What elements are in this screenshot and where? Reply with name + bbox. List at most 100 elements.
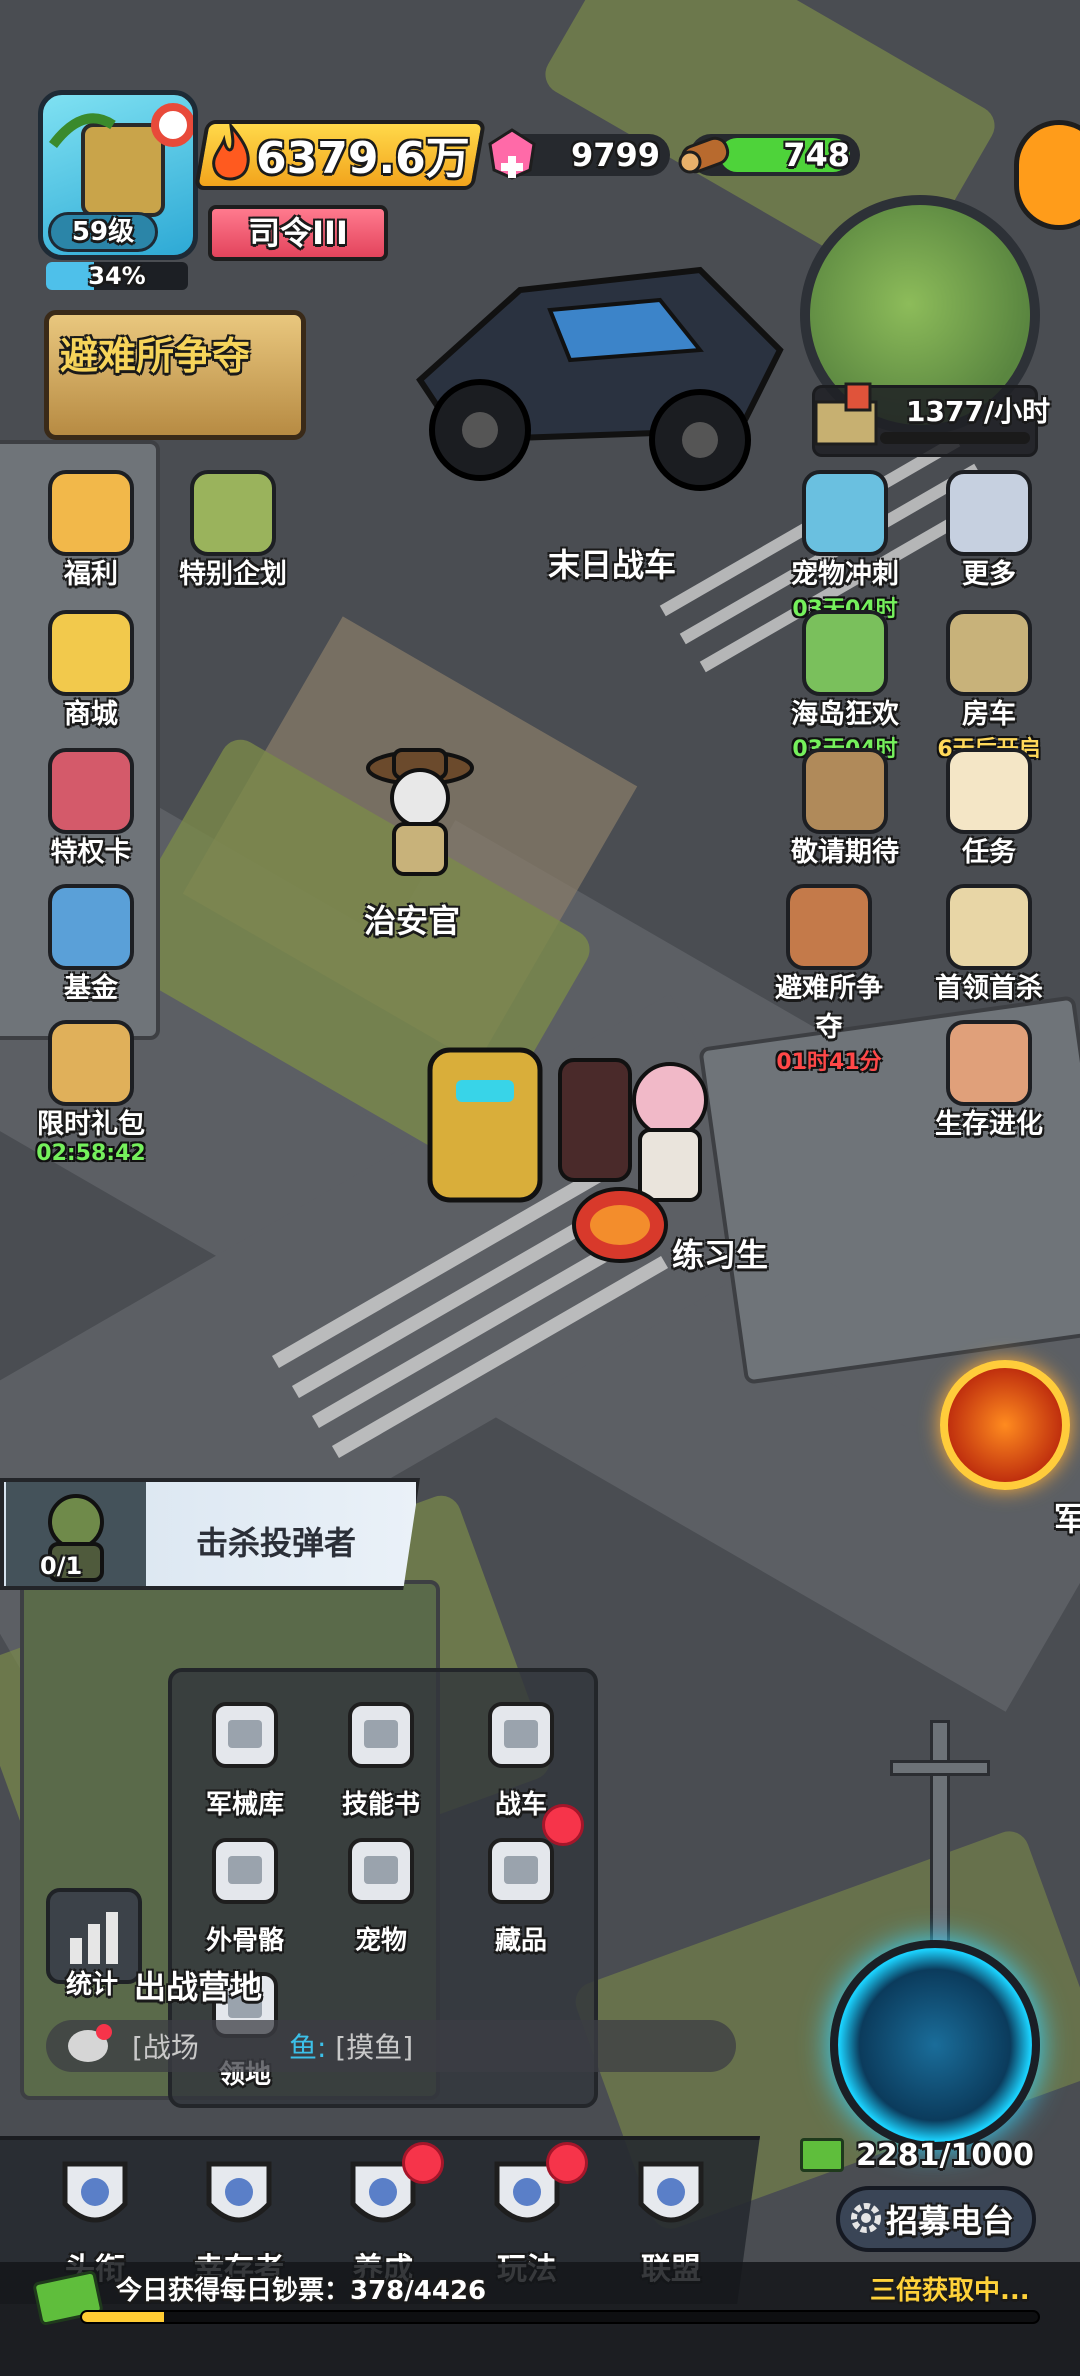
shop-basket-icon (48, 610, 134, 696)
popup-item-3[interactable]: 外骨骼 (180, 1826, 310, 1957)
doomsday-vehicle-label[interactable]: 末日战车 (548, 540, 676, 586)
chat-content: [摸鱼] (335, 2031, 414, 2064)
daily-cash-progress (80, 2310, 1040, 2324)
popup-item-4[interactable]: 宠物 (316, 1826, 446, 1957)
doomsday-vehicle[interactable] (400, 230, 800, 510)
popup-item-1[interactable]: 技能书 (316, 1690, 446, 1821)
left-menu-item-4[interactable]: 基金 (36, 884, 146, 1005)
right-menu-label: 避难所争夺 (775, 973, 883, 1043)
player-level-badge: 59级 (48, 212, 158, 252)
resource-factory-icon (814, 382, 878, 446)
side-mascot-icon[interactable] (1014, 120, 1080, 230)
skill-book-icon (336, 1690, 426, 1780)
timed-gift-icon (48, 1020, 134, 1106)
sheriff-label[interactable]: 治安官 (364, 896, 460, 942)
right-menu-label: 宠物冲刺 (791, 559, 899, 590)
left-menu-item-1[interactable]: 特别企划 (178, 470, 288, 591)
right-menu-item-5[interactable]: 任务 (934, 748, 1044, 869)
production-bar (880, 432, 1030, 444)
cowboy-hat-icon (189, 2150, 289, 2240)
pet-sprint-icon (802, 470, 888, 556)
right-menu-item-8[interactable]: 生存进化 (934, 1020, 1044, 1141)
right-menu-label: 敬请期待 (791, 837, 899, 868)
left-menu-label: 基金 (64, 973, 118, 1004)
left-menu-label: 商城 (64, 699, 118, 730)
gem-value: 9799 (570, 136, 660, 174)
deploy-camp-label[interactable]: 出战营地 (134, 1962, 262, 2008)
triple-earning-text: 三倍获取中... (870, 2276, 1030, 2306)
chat-sender: 鱼: (288, 2031, 327, 2064)
trainee-label[interactable]: 练习生 (672, 1230, 768, 1276)
shelter-battle-icon (786, 884, 872, 970)
right-menu-label: 海岛狂欢 (791, 699, 899, 730)
star-shield-icon (45, 2150, 145, 2240)
popup-item-label: 藏品 (494, 1926, 547, 1956)
daily-cash-text: 今日获得每日钞票：378/4426 (116, 2276, 487, 2306)
left-menu-label: 限时礼包 (37, 1109, 145, 1140)
wood-log-icon (678, 136, 730, 174)
wanted-poster-icon (946, 884, 1032, 970)
military-label[interactable]: 军 (1054, 1494, 1080, 1540)
survival-evolution-icon (946, 1020, 1032, 1106)
right-menu-item-1[interactable]: 更多 (934, 470, 1044, 591)
sheriff-character[interactable] (360, 740, 480, 890)
left-menu-label: 特别企划 (179, 559, 287, 590)
recruit-count: 2281/1000 (856, 2138, 1034, 2173)
wood-value: 748 (783, 136, 850, 174)
left-menu-item-0[interactable]: 福利 (36, 470, 146, 591)
power-value: 6379.6万 (256, 133, 470, 184)
right-menu-label: 更多 (962, 559, 1016, 590)
left-menu-label: 福利 (64, 559, 118, 590)
right-menu-label: 任务 (962, 837, 1016, 868)
right-menu-item-4[interactable]: 敬请期待 (790, 748, 900, 869)
exoskeleton-icon (200, 1826, 290, 1916)
right-menu-item-7[interactable]: 首领首杀 (934, 884, 1044, 1005)
notification-dot (402, 2142, 444, 2184)
cash-icon (800, 2138, 844, 2172)
shelter-battle-banner-title: 避难所争夺 (60, 334, 251, 378)
chat-message: [战场 鱼: [摸鱼] (132, 2026, 413, 2066)
chat-bubble-icon (68, 2024, 112, 2062)
right-menu-timer: 01时41分 (776, 1050, 882, 1075)
left-menu-item-3[interactable]: 特权卡 (36, 748, 146, 869)
right-menu-item-3[interactable]: 房车6天后开启 (934, 610, 1044, 763)
paw-icon (336, 1826, 426, 1916)
popup-item-label: 外骨骼 (205, 1926, 284, 1956)
popup-item-2[interactable]: 战车 (456, 1690, 586, 1821)
utility-pole (930, 1720, 950, 1970)
popup-item-label: 技能书 (341, 1790, 420, 1820)
right-menu-label: 生存进化 (935, 1109, 1043, 1140)
left-menu-item-5[interactable]: 限时礼包 02:58:42 (36, 1020, 146, 1166)
notification-dot (542, 1804, 584, 1846)
grid-more-icon (946, 470, 1032, 556)
task-clipboard-icon (946, 748, 1032, 834)
right-menu-label: 房车 (962, 699, 1016, 730)
radar-icon[interactable] (830, 1940, 1040, 2150)
muscle-buff-icon[interactable] (940, 1360, 1070, 1490)
popup-item-label: 宠物 (354, 1926, 407, 1956)
notification-dot (546, 2142, 588, 2184)
balloons-gift-icon (48, 470, 134, 556)
left-menu-label: 特权卡 (50, 837, 132, 868)
radio-icon (190, 470, 276, 556)
popup-item-5[interactable]: 藏品 (456, 1804, 586, 1957)
island-carnival-icon (802, 610, 888, 696)
gear-icon (851, 2203, 881, 2233)
coming-soon-icon (802, 748, 888, 834)
right-menu-item-6[interactable]: 避难所争夺 01时41分 (774, 884, 884, 1076)
stats-label: 统计 (66, 1970, 119, 2000)
right-menu-item-0[interactable]: 宠物冲刺03天04时 (790, 470, 900, 623)
privilege-card-icon (48, 748, 134, 834)
popup-item-label: 军械库 (205, 1790, 284, 1820)
recruit-radio-label: 招募电台 (886, 2202, 1015, 2240)
right-menu-item-2[interactable]: 海岛狂欢03天04时 (790, 610, 900, 763)
daily-cash-progress-fill (82, 2312, 164, 2322)
gem-icon (488, 128, 536, 180)
quest-progress: 0/1 (40, 1552, 83, 1580)
war-vehicle-icon (476, 1690, 566, 1780)
alliance-shield-icon (621, 2150, 721, 2240)
left-menu-item-2[interactable]: 商城 (36, 610, 146, 731)
popup-item-0[interactable]: 军械库 (180, 1690, 310, 1821)
fire-icon (212, 122, 250, 181)
rank-badge[interactable]: 司令III (208, 205, 388, 261)
